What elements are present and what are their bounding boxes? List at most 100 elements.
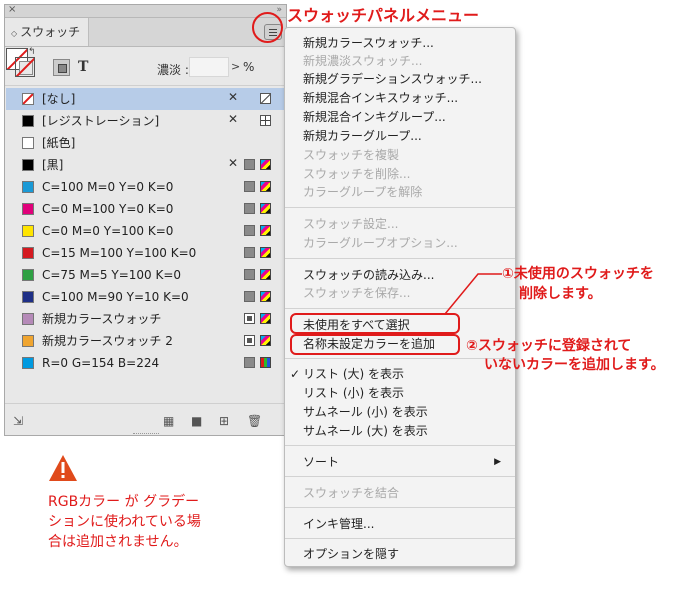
swatch-row[interactable]: [黒] ✕ — [6, 154, 285, 176]
cmyk-mode-icon — [260, 291, 271, 302]
swatch-name: [レジストレーション] — [42, 114, 160, 128]
swatch-list: [なし] ✕ [レジストレーション] ✕ [紙色] [黒] ✕ C=100 M=0 Y=0 K… — [6, 88, 285, 374]
process-color-icon — [244, 269, 255, 280]
menu-item-color-group-options: カラーグループオプション... — [303, 236, 458, 250]
menu-item-hide-options[interactable]: オプションを隠す — [303, 547, 399, 562]
note1-line2: 削除します。 — [519, 286, 602, 302]
warning-line1: RGBカラー が グラデー — [48, 494, 200, 510]
process-color-icon — [244, 159, 255, 170]
menu-item-new-color-group[interactable]: 新規カラーグループ... — [303, 129, 422, 144]
spot-color-icon — [244, 335, 255, 346]
panel-close-icon[interactable]: × — [8, 3, 16, 17]
none-mode-icon — [260, 93, 271, 104]
note2-line1: ②スウォッチに登録されて — [466, 338, 632, 354]
swatch-row[interactable]: [なし] ✕ — [6, 88, 285, 110]
swatch-name: C=75 M=5 Y=100 K=0 — [42, 268, 182, 282]
swatch-name: [黒] — [42, 158, 64, 172]
menu-item-delete-swatch: スウォッチを削除... — [303, 167, 411, 181]
menu-separator — [285, 258, 515, 259]
swatch-row[interactable]: C=100 M=90 Y=10 K=0 — [6, 286, 285, 308]
swatch-row[interactable]: 新規カラースウォッチ 2 — [6, 330, 285, 352]
swatch-name: C=0 M=0 Y=100 K=0 — [42, 224, 174, 238]
cmyk-mode-icon — [260, 335, 271, 346]
warning-line3: 合は追加されません。 — [48, 534, 188, 550]
process-color-icon — [244, 225, 255, 236]
menu-item-view-large-thumbnail[interactable]: サムネール (大) を表示 — [303, 424, 428, 439]
no-edit-icon: ✕ — [228, 112, 239, 126]
swatch-color-chip — [22, 269, 34, 281]
no-edit-icon: ✕ — [228, 90, 239, 104]
new-color-group-icon[interactable]: ■ — [191, 414, 202, 428]
swatch-row[interactable]: C=75 M=5 Y=100 K=0 — [6, 264, 285, 286]
swatch-color-chip — [22, 181, 34, 193]
tint-input[interactable] — [189, 57, 229, 77]
tint-unit: % — [243, 60, 255, 74]
warning-line2: ションに使われている場 — [48, 514, 201, 530]
menu-item-duplicate-swatch: スウォッチを複製 — [303, 148, 400, 162]
note2-line2: いないカラーを追加します。 — [484, 357, 665, 373]
swatch-name: C=100 M=0 Y=0 K=0 — [42, 180, 174, 194]
panel-tab-strip: ◇ スウォッチ — [5, 18, 286, 47]
menu-item-load-swatches[interactable]: スウォッチの読み込み... — [303, 268, 434, 283]
swap-arrow-icon[interactable]: ↰ — [28, 47, 36, 57]
swatch-view-icon[interactable]: ▦ — [163, 414, 174, 428]
process-color-icon — [244, 181, 255, 192]
menu-item-new-color-swatch[interactable]: 新規カラースウォッチ... — [303, 36, 434, 51]
panel-title-bar[interactable]: × » — [5, 3, 286, 18]
tint-arrow-icon[interactable]: > — [231, 60, 240, 73]
trash-icon[interactable]: 🗑 — [247, 414, 262, 428]
menu-item-new-mixed-ink-group[interactable]: 新規混合インキグループ... — [303, 110, 446, 125]
rgb-mode-icon — [260, 357, 271, 368]
show-all-swatches-icon[interactable]: ⇲ — [13, 414, 23, 428]
menu-item-view-large-list[interactable]: リスト (大) を表示 — [303, 367, 404, 382]
swatch-color-chip — [22, 203, 34, 215]
menu-separator — [285, 358, 515, 359]
process-color-icon — [244, 203, 255, 214]
swatches-panel: × » ◇ スウォッチ T 濃淡 : > % [なし] ✕ [レジストレーション] ✕[… — [4, 4, 287, 436]
swatch-row[interactable]: R=0 G=154 B=224 — [6, 352, 285, 374]
menu-item-ungroup-color-group: カラーグループを解除 — [303, 185, 423, 199]
menu-separator — [285, 207, 515, 208]
menu-item-merge-swatches: スウォッチを結合 — [303, 486, 400, 500]
swatch-color-chip — [22, 93, 34, 105]
menu-item-save-swatches: スウォッチを保存... — [303, 286, 411, 300]
menu-separator — [285, 538, 515, 539]
warning-text: RGBカラー が グラデー ションに使われている場 合は追加されません。 — [48, 492, 201, 552]
note1-line1: ①未使用のスウォッチを — [502, 266, 654, 282]
text-format-toggle[interactable]: T — [78, 59, 88, 75]
swatch-row[interactable]: C=100 M=0 Y=0 K=0 — [6, 176, 285, 198]
menu-item-view-small-list[interactable]: リスト (小) を表示 — [303, 386, 404, 401]
process-color-icon — [244, 247, 255, 258]
warning-icon — [49, 455, 77, 481]
swatch-row[interactable]: [紙色] — [6, 132, 285, 154]
menu-item-new-mixed-ink-swatch[interactable]: 新規混合インキスウォッチ... — [303, 91, 458, 106]
tint-label: 濃淡 : — [157, 63, 189, 77]
highlight-add-unnamed — [290, 334, 460, 355]
new-swatch-icon[interactable]: ⊞ — [219, 414, 229, 428]
swatch-row[interactable]: [レジストレーション] ✕ — [6, 110, 285, 132]
swatch-row[interactable]: C=15 M=100 Y=100 K=0 — [6, 242, 285, 264]
swatch-name: 新規カラースウォッチ 2 — [42, 334, 173, 348]
menu-item-sort[interactable]: ソート — [303, 455, 339, 470]
swatch-row[interactable]: 新規カラースウォッチ — [6, 308, 285, 330]
swatch-row[interactable]: C=0 M=0 Y=100 K=0 — [6, 220, 285, 242]
resize-grip[interactable] — [133, 433, 159, 437]
menu-item-view-small-thumbnail[interactable]: サムネール (小) を表示 — [303, 405, 428, 420]
cmyk-mode-icon — [260, 203, 271, 214]
container-format-toggle[interactable] — [53, 59, 70, 76]
swatch-name: C=100 M=90 Y=10 K=0 — [42, 290, 189, 304]
spot-color-icon — [244, 313, 255, 324]
swatch-name: C=15 M=100 Y=100 K=0 — [42, 246, 197, 260]
tab-swatches[interactable]: ◇ スウォッチ — [5, 18, 89, 46]
swatch-color-chip — [22, 115, 34, 127]
stroke-swatch[interactable] — [15, 57, 35, 77]
process-color-icon — [244, 357, 255, 368]
highlight-select-unused — [290, 313, 460, 334]
menu-item-ink-manager[interactable]: インキ管理... — [303, 517, 374, 532]
menu-separator — [285, 445, 515, 446]
menu-item-new-gradient-swatch[interactable]: 新規グラデーションスウォッチ... — [303, 72, 482, 87]
fill-stroke-proxy[interactable]: ↰ — [6, 47, 38, 78]
menu-title-annotation: スウォッチパネルメニュー — [287, 6, 480, 25]
swatch-row[interactable]: C=0 M=100 Y=0 K=0 — [6, 198, 285, 220]
cmyk-mode-icon — [260, 247, 271, 258]
